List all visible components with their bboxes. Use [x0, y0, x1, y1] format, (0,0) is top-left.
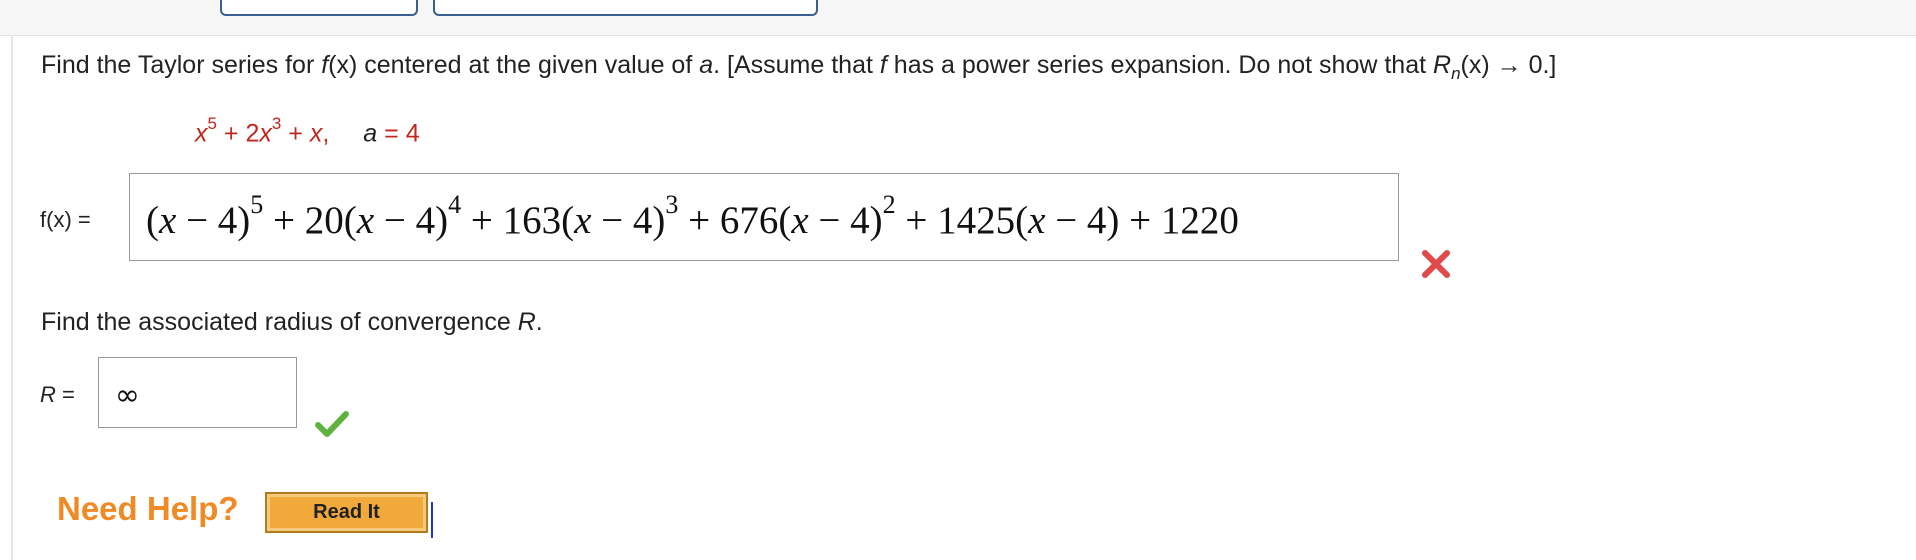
- taylor-series-answer-field[interactable]: (x − 4)5 + 20(x − 4)4 + 163(x − 4)3 + 67…: [129, 173, 1399, 261]
- radius-question: Find the associated radius of convergenc…: [41, 308, 543, 336]
- radius-label: R =: [40, 382, 75, 407]
- need-help-label: Need Help?: [57, 490, 239, 527]
- radius-answer-field[interactable]: ∞: [98, 357, 297, 428]
- checkmark-icon: [315, 411, 349, 437]
- left-divider: [11, 35, 13, 560]
- taylor-series-answer-value: (x − 4)5 + 20(x − 4)4 + 163(x − 4)3 + 67…: [146, 190, 1239, 242]
- read-it-button[interactable]: Read It: [265, 492, 428, 533]
- radius-answer-value: ∞: [115, 378, 140, 413]
- given-function: x5 + 2x3 + x, a = 4: [195, 114, 420, 148]
- x-mark-icon: [1422, 250, 1450, 278]
- toolbar-button-left[interactable]: [220, 0, 418, 16]
- question-text: Find the Taylor series for f(x) centered…: [41, 51, 1557, 83]
- top-toolbar-strip: [0, 0, 1916, 36]
- fx-label: f(x) =: [40, 207, 91, 232]
- text-cursor: [431, 502, 433, 538]
- toolbar-button-right[interactable]: [433, 0, 818, 16]
